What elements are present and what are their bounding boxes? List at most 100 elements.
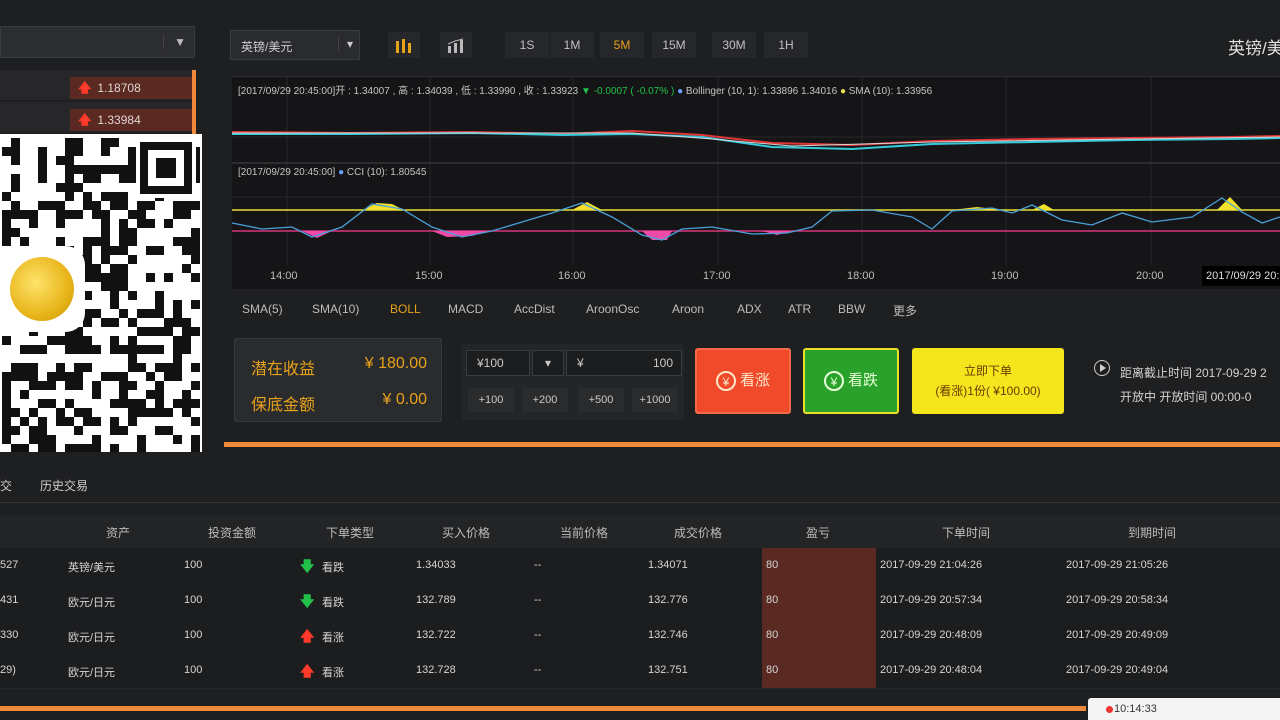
currency-symbol: ¥ [577, 356, 584, 370]
indicator-tab[interactable]: SMA(10) [312, 302, 359, 316]
open-status-text: 开放中 开放时间 00:00-0 [1120, 390, 1252, 404]
cci-time: [2017/09/29 20:45:00] [238, 167, 336, 178]
cell-type: 看涨 [322, 667, 344, 679]
play-icon[interactable] [1094, 360, 1110, 376]
x-tick: 17:00 [703, 270, 731, 282]
timeframe-1s[interactable]: 1S [505, 32, 549, 58]
active-accent-bar [192, 70, 196, 134]
ticker-value: 1.18708 [97, 81, 141, 95]
timeframe-1h[interactable]: 1H [764, 32, 808, 58]
indicator-tab[interactable]: BBW [838, 302, 865, 316]
indicator-tab[interactable]: 更多 [893, 302, 917, 319]
arrow-down-icon: 🡇 [300, 558, 315, 574]
amount-preset-select[interactable]: ¥100 [466, 350, 530, 376]
qr-logo [2, 249, 82, 329]
quick-add-100[interactable]: +100 [468, 388, 514, 412]
ohlc-text: [2017/09/29 20:45:00]开 : 1.34007 , 高 : 1… [238, 86, 579, 97]
cell-buy: 1.34033 [416, 559, 456, 571]
place-order-button[interactable]: 立即下单 (看涨)1份( ¥100.00) [912, 348, 1064, 414]
arrow-up-icon: 🡅 [300, 663, 315, 679]
amount-dropdown[interactable]: ▾ [532, 350, 564, 376]
candle-chart-button[interactable] [440, 32, 472, 58]
buy-up-button[interactable]: ¥ 看涨 [695, 348, 791, 414]
cell-order-time: 2017-09-29 20:48:09 [880, 629, 983, 641]
cell-buy: 132.789 [416, 594, 456, 606]
pair-select[interactable]: 英镑/美元 ▾ [230, 30, 360, 60]
th-asset: 资产 [106, 526, 131, 540]
chevron-down-icon[interactable]: ▾ [337, 37, 353, 51]
amount-input[interactable]: ¥ 100 [566, 350, 682, 376]
th-type: 下单类型 [326, 526, 375, 540]
left-asset-select[interactable]: ▼ [0, 26, 195, 58]
chart-legend-cci: [2017/09/29 20:45:00] ● CCI (10): 1.8054… [238, 167, 426, 178]
bullet-icon: ● [338, 167, 345, 178]
cell-profit: 80 [766, 629, 779, 641]
buy-down-button[interactable]: ¥ 看跌 [803, 348, 899, 414]
th-expire-time: 到期时间 [1128, 526, 1177, 540]
cell-amount: 100 [184, 559, 203, 571]
cell-id: 29) [0, 664, 16, 676]
cell-current: -- [534, 594, 542, 606]
indicator-tab[interactable]: AccDist [514, 302, 555, 316]
coin-icon [10, 257, 74, 321]
bullet-icon: ● [677, 86, 684, 97]
indicator-tab[interactable]: ADX [737, 302, 762, 316]
cell-id: 431 [0, 594, 19, 606]
quick-add-500[interactable]: +500 [578, 388, 624, 412]
guaranteed-value: ¥ 0.00 [382, 391, 427, 408]
cell-expire: 2017-09-29 21:05:26 [1066, 559, 1169, 571]
profit-column-highlight [762, 548, 876, 688]
record-dot-icon [1106, 706, 1113, 713]
timeframe-30m[interactable]: 30M [712, 32, 756, 58]
divider-accent [224, 442, 1280, 447]
pair-label: 英镑/美元 [241, 40, 293, 54]
ticker-row[interactable]: 🡅 1.18708 [0, 70, 192, 100]
ticker-value: 1.33984 [97, 113, 141, 127]
guaranteed-label: 保底金额 [251, 397, 316, 414]
cell-asset: 欧元/日元 [68, 632, 116, 644]
x-tick: 14:00 [270, 270, 298, 282]
cell-asset: 欧元/日元 [68, 667, 116, 679]
cell-amount: 100 [184, 664, 203, 676]
arrow-up-icon: 🡅 [78, 80, 92, 95]
quick-add-200[interactable]: +200 [522, 388, 568, 412]
indicator-tab[interactable]: MACD [448, 302, 483, 316]
timeframe-5m[interactable]: 5M [600, 32, 644, 58]
table-header [0, 516, 1280, 548]
earnings-panel: 潜在收益 ¥ 180.00 保底金额 ¥ 0.00 [234, 338, 442, 422]
chevron-down-icon: ▾ [544, 356, 552, 370]
tab-history-trades[interactable]: 历史交易 [40, 477, 88, 494]
indicator-tab[interactable]: AroonOsc [586, 302, 639, 316]
x-tick: 18:00 [847, 270, 875, 282]
bar-chart-button[interactable] [388, 32, 420, 58]
indicator-tab[interactable]: SMA(5) [242, 302, 283, 316]
cell-buy: 132.722 [416, 629, 456, 641]
indicator-tab[interactable]: ATR [788, 302, 811, 316]
tab-bar [0, 466, 1280, 503]
indicator-tab[interactable]: Aroon [672, 302, 704, 316]
cci-text: CCI (10): 1.80545 [346, 167, 427, 178]
cell-profit: 80 [766, 594, 779, 606]
timeframe-1m[interactable]: 1M [550, 32, 594, 58]
th-profit: 盈亏 [806, 526, 831, 540]
cursor-time-label: 2017/09/29 20: [1202, 266, 1280, 286]
chart-canvas [231, 77, 1280, 265]
price-chart[interactable] [231, 76, 1280, 289]
cell-profit: 80 [766, 664, 779, 676]
cell-asset: 欧元/日元 [68, 597, 116, 609]
chevron-down-icon[interactable]: ▼ [163, 35, 186, 49]
ticker-row[interactable]: 🡅 1.33984 [0, 102, 192, 132]
arrow-up-icon: 🡅 [300, 628, 315, 644]
yen-icon: ¥ [823, 371, 844, 392]
cell-expire: 2017-09-29 20:58:34 [1066, 594, 1169, 606]
bottom-accent [0, 706, 1086, 711]
x-tick: 16:00 [558, 270, 586, 282]
quick-add-1000[interactable]: +1000 [632, 388, 678, 412]
cell-amount: 100 [184, 629, 203, 641]
tab-current-trades[interactable]: 交 [0, 477, 12, 494]
cell-deal: 132.776 [648, 594, 688, 606]
order-detail: (看涨)1份( ¥100.00) [935, 384, 1041, 398]
timeframe-15m[interactable]: 15M [652, 32, 696, 58]
cell-current: -- [534, 629, 542, 641]
indicator-tab[interactable]: BOLL [390, 302, 421, 316]
